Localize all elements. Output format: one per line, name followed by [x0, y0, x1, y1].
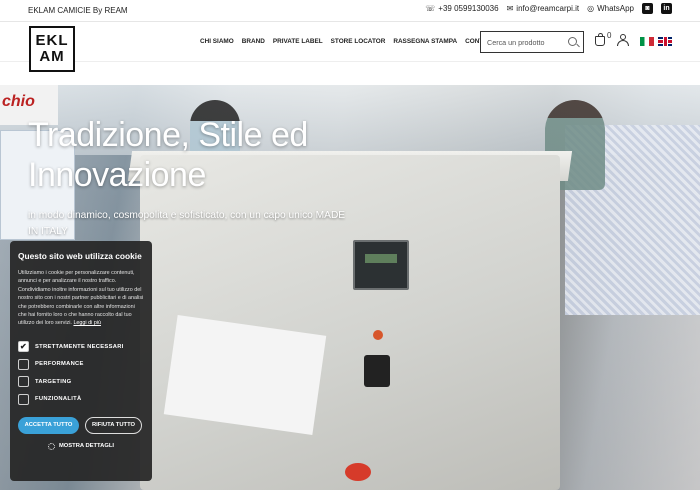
phone-icon: ☏: [425, 4, 436, 13]
show-details-button[interactable]: MOSTRA DETTAGLI: [18, 442, 144, 450]
search-input[interactable]: Cerca un prodotto: [480, 31, 584, 53]
hero-paper: [163, 315, 327, 435]
whatsapp-link[interactable]: ◎ WhatsApp: [587, 4, 634, 13]
cookie-option-label: PERFORMANCE: [35, 361, 84, 368]
hero-subtitle: in modo dinamico, cosmopolita e sofistic…: [28, 210, 346, 237]
email-text: info@reamcarpi.it: [516, 4, 580, 13]
checkbox-icon[interactable]: [18, 376, 29, 388]
cookie-banner: Questo sito web utilizza cookie Utilizzi…: [10, 241, 152, 481]
cookie-body-text: Utilizziamo i cookie per personalizzare …: [18, 270, 144, 327]
nav-item-rassegna-stampa[interactable]: RASSEGNA STAMPA: [393, 38, 457, 45]
phone-link[interactable]: ☏ +39 0599130036: [425, 4, 498, 13]
main-nav: CHI SIAMO BRAND PRIVATE LABEL STORE LOCA…: [200, 38, 496, 45]
top-bar: EKLAM CAMICIE By REAM ☏ +39 0599130036 ✉…: [0, 0, 700, 22]
cookie-title: Questo sito web utilizza cookie: [18, 251, 142, 261]
hero-machine-button: [345, 463, 371, 481]
logo-line-2: AM: [39, 48, 65, 65]
read-more-link[interactable]: Leggi di più: [73, 320, 101, 326]
cart-icon[interactable]: [595, 33, 605, 46]
email-link[interactable]: ✉ info@reamcarpi.it: [507, 4, 580, 13]
cookie-body: Utilizziamo i cookie per personalizzare …: [18, 269, 144, 328]
user-icon[interactable]: [617, 34, 629, 46]
cookie-option-performance[interactable]: PERFORMANCE: [18, 355, 144, 373]
nav-item-store-locator[interactable]: STORE LOCATOR: [331, 38, 386, 45]
logo-line-1: EKL: [35, 32, 69, 49]
cookie-option-label: FUNZIONALITÀ: [35, 396, 82, 403]
italian-flag-icon[interactable]: [640, 37, 654, 46]
top-brand-line: EKLAM CAMICIE By REAM: [28, 6, 128, 15]
instagram-icon[interactable]: ◙: [642, 3, 653, 14]
search-icon[interactable]: [568, 37, 577, 46]
search-placeholder: Cerca un prodotto: [487, 38, 545, 47]
nav-item-private-label[interactable]: PRIVATE LABEL: [273, 38, 323, 45]
hero-machine-button: [373, 330, 383, 340]
nav-item-chi-siamo[interactable]: CHI SIAMO: [200, 38, 234, 45]
cookie-option-strictly-necessary[interactable]: ✔ STRETTAMENTE NECESSARI: [18, 338, 144, 356]
site-logo[interactable]: EKL AM: [29, 26, 75, 72]
cookie-option-targeting[interactable]: TARGETING: [18, 373, 144, 391]
cookie-option-label: STRETTAMENTE NECESSARI: [35, 343, 124, 350]
mail-icon: ✉: [506, 4, 514, 13]
top-contacts: ☏ +39 0599130036 ✉ info@reamcarpi.it ◎ W…: [425, 3, 672, 14]
main-header: EKL AM CHI SIAMO BRAND PRIVATE LABEL STO…: [0, 22, 700, 72]
whatsapp-icon: ◎: [587, 4, 595, 13]
cookie-buttons: ACCETTA TUTTO RIFIUTA TUTTO: [18, 416, 144, 434]
whatsapp-text: WhatsApp: [597, 4, 634, 13]
accept-all-button[interactable]: ACCETTA TUTTO: [18, 416, 79, 434]
hero-machine-switch: [364, 355, 390, 387]
checkbox-icon[interactable]: [18, 358, 29, 370]
phone-text: +39 0599130036: [438, 4, 499, 13]
hero-title: Tradizione, Stile ed Innovazione: [28, 116, 308, 194]
cookie-options: ✔ STRETTAMENTE NECESSARI PERFORMANCE TAR…: [18, 338, 144, 408]
checkbox-checked-icon[interactable]: ✔: [18, 341, 29, 353]
english-flag-icon[interactable]: [658, 37, 672, 46]
gear-icon: [47, 442, 55, 450]
checkbox-icon[interactable]: [18, 393, 29, 405]
show-details-label: MOSTRA DETTAGLI: [58, 443, 115, 450]
cookie-option-label: TARGETING: [35, 378, 72, 385]
nav-item-brand[interactable]: BRAND: [242, 38, 265, 45]
hero-machine-display: [353, 240, 409, 290]
cart-count: 0: [607, 31, 612, 40]
reject-all-button[interactable]: RIFIUTA TUTTO: [85, 416, 142, 434]
cookie-option-functionality[interactable]: FUNZIONALITÀ: [18, 390, 144, 408]
linkedin-icon[interactable]: in: [661, 3, 672, 14]
